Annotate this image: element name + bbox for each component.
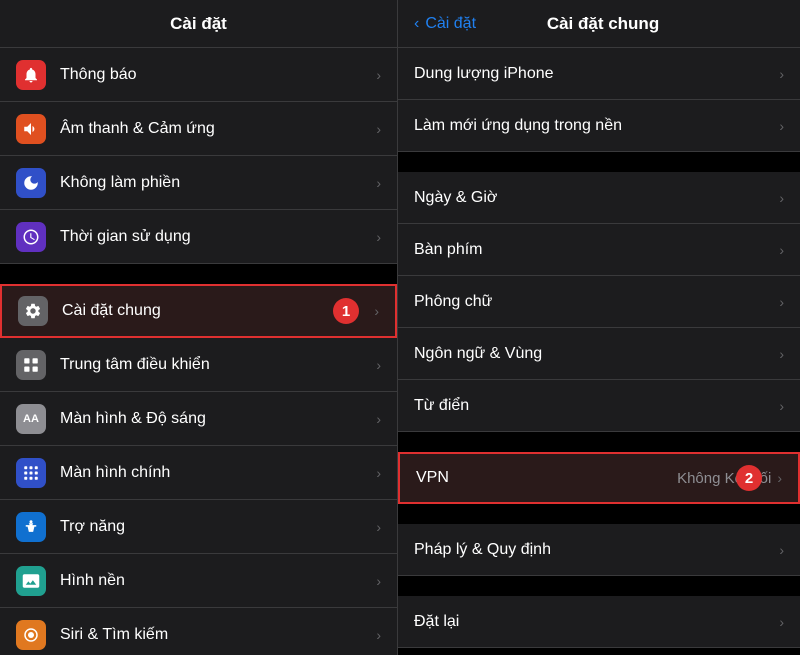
man-hinh-icon: AA	[16, 404, 46, 434]
step2-badge: 2	[736, 465, 762, 491]
sidebar-item-trung-tam[interactable]: Trung tâm điều khiển ›	[0, 338, 397, 392]
thoi-gian-icon	[16, 222, 46, 252]
right-panel: ‹ Cài đặt Cài đặt chung Dung lượng iPhon…	[398, 0, 800, 655]
hinh-nen-chevron: ›	[376, 573, 381, 589]
right-spacer-4	[398, 576, 800, 596]
trung-tam-label: Trung tâm điều khiển	[60, 356, 370, 374]
khong-lam-phien-icon	[16, 168, 46, 198]
sidebar-item-man-hinh-chinh[interactable]: Màn hình chính ›	[0, 446, 397, 500]
right-row-lam-moi[interactable]: Làm mới ứng dụng trong nền ›	[398, 100, 800, 152]
trung-tam-icon	[16, 350, 46, 380]
phong-chu-chevron: ›	[779, 294, 784, 310]
am-thanh-chevron: ›	[376, 121, 381, 137]
right-spacer-5	[398, 648, 800, 655]
khong-lam-phien-chevron: ›	[376, 175, 381, 191]
right-spacer-1	[398, 152, 800, 172]
back-label[interactable]: Cài đặt	[425, 15, 476, 33]
ngay-gio-label: Ngày & Giờ	[414, 189, 779, 207]
ngon-ngu-chevron: ›	[779, 346, 784, 362]
cai-dat-chung-chevron: ›	[374, 303, 379, 319]
left-group-2: Cài đặt chung 1 › Trung tâm điều khiển ›…	[0, 284, 397, 655]
thong-bao-icon	[16, 60, 46, 90]
right-group-1: Dung lượng iPhone › Làm mới ứng dụng tro…	[398, 48, 800, 152]
right-row-tu-dien[interactable]: Từ điển ›	[398, 380, 800, 432]
left-group-1: Thông báo › Âm thanh & Cảm ứng › Không l…	[0, 48, 397, 264]
vpn-label: VPN	[416, 469, 677, 487]
sidebar-item-siri[interactable]: Siri & Tìm kiếm ›	[0, 608, 397, 655]
right-spacer-3	[398, 504, 800, 524]
sidebar-item-tro-nang[interactable]: Trợ năng ›	[0, 500, 397, 554]
left-title: Cài đặt	[170, 14, 227, 34]
lam-moi-label: Làm mới ứng dụng trong nền	[414, 117, 779, 135]
ngay-gio-chevron: ›	[779, 190, 784, 206]
right-row-ban-phim[interactable]: Bàn phím ›	[398, 224, 800, 276]
right-spacer-2	[398, 432, 800, 452]
right-row-dat-lai[interactable]: Đặt lại ›	[398, 596, 800, 648]
khong-lam-phien-label: Không làm phiền	[60, 174, 370, 192]
man-hinh-label: Màn hình & Độ sáng	[60, 410, 370, 428]
vpn-chevron: ›	[777, 470, 782, 486]
man-hinh-chinh-icon	[16, 458, 46, 488]
right-header: ‹ Cài đặt Cài đặt chung	[398, 0, 800, 48]
back-arrow-icon: ‹	[414, 15, 419, 33]
sidebar-item-am-thanh[interactable]: Âm thanh & Cảm ứng ›	[0, 102, 397, 156]
sidebar-item-thong-bao[interactable]: Thông báo ›	[0, 48, 397, 102]
left-spacer-1	[0, 264, 397, 284]
left-header: Cài đặt	[0, 0, 397, 48]
right-row-phap-ly[interactable]: Pháp lý & Quy định ›	[398, 524, 800, 576]
phap-ly-label: Pháp lý & Quy định	[414, 541, 779, 559]
right-group-3: VPN Không Kết nối 2 ›	[398, 452, 800, 504]
phap-ly-chevron: ›	[779, 542, 784, 558]
man-hinh-chinh-chevron: ›	[376, 465, 381, 481]
right-group-5: Đặt lại ›	[398, 596, 800, 648]
sidebar-item-khong-lam-phien[interactable]: Không làm phiền ›	[0, 156, 397, 210]
tro-nang-label: Trợ năng	[60, 518, 370, 536]
siri-label: Siri & Tìm kiếm	[60, 626, 370, 644]
hinh-nen-label: Hình nền	[60, 572, 370, 590]
right-row-dung-luong[interactable]: Dung lượng iPhone ›	[398, 48, 800, 100]
ban-phim-chevron: ›	[779, 242, 784, 258]
sidebar-item-cai-dat-chung[interactable]: Cài đặt chung 1 ›	[0, 284, 397, 338]
tro-nang-chevron: ›	[376, 519, 381, 535]
right-title: Cài đặt chung	[482, 14, 724, 34]
right-row-ngon-ngu[interactable]: Ngôn ngữ & Vùng ›	[398, 328, 800, 380]
siri-chevron: ›	[376, 627, 381, 643]
phong-chu-label: Phông chữ	[414, 293, 779, 311]
siri-icon	[16, 620, 46, 650]
left-panel: Cài đặt Thông báo › Âm thanh & Cảm ứng ›	[0, 0, 398, 655]
dat-lai-chevron: ›	[779, 614, 784, 630]
sidebar-item-hinh-nen[interactable]: Hình nền ›	[0, 554, 397, 608]
am-thanh-icon	[16, 114, 46, 144]
cai-dat-chung-icon	[18, 296, 48, 326]
right-row-vpn[interactable]: VPN Không Kết nối 2 ›	[398, 452, 800, 504]
trung-tam-chevron: ›	[376, 357, 381, 373]
sidebar-item-man-hinh[interactable]: AA Màn hình & Độ sáng ›	[0, 392, 397, 446]
sidebar-item-thoi-gian[interactable]: Thời gian sử dụng ›	[0, 210, 397, 264]
thoi-gian-chevron: ›	[376, 229, 381, 245]
right-row-phong-chu[interactable]: Phông chữ ›	[398, 276, 800, 328]
dat-lai-label: Đặt lại	[414, 613, 779, 631]
tro-nang-icon	[16, 512, 46, 542]
right-row-ngay-gio[interactable]: Ngày & Giờ ›	[398, 172, 800, 224]
thoi-gian-label: Thời gian sử dụng	[60, 228, 370, 246]
cai-dat-chung-label: Cài đặt chung	[62, 302, 368, 320]
ban-phim-label: Bàn phím	[414, 241, 779, 259]
dung-luong-label: Dung lượng iPhone	[414, 65, 779, 83]
ngon-ngu-label: Ngôn ngữ & Vùng	[414, 345, 779, 363]
hinh-nen-icon	[16, 566, 46, 596]
left-settings-list: Thông báo › Âm thanh & Cảm ứng › Không l…	[0, 48, 397, 655]
lam-moi-chevron: ›	[779, 118, 784, 134]
right-group-2: Ngày & Giờ › Bàn phím › Phông chữ › Ngôn…	[398, 172, 800, 432]
am-thanh-label: Âm thanh & Cảm ứng	[60, 120, 370, 138]
thong-bao-label: Thông báo	[60, 66, 370, 84]
man-hinh-chinh-label: Màn hình chính	[60, 464, 370, 482]
dung-luong-chevron: ›	[779, 66, 784, 82]
thong-bao-chevron: ›	[376, 67, 381, 83]
step1-badge: 1	[333, 298, 359, 324]
tu-dien-chevron: ›	[779, 398, 784, 414]
tu-dien-label: Từ điển	[414, 397, 779, 415]
right-settings-list: Dung lượng iPhone › Làm mới ứng dụng tro…	[398, 48, 800, 655]
right-group-4: Pháp lý & Quy định ›	[398, 524, 800, 576]
man-hinh-chevron: ›	[376, 411, 381, 427]
